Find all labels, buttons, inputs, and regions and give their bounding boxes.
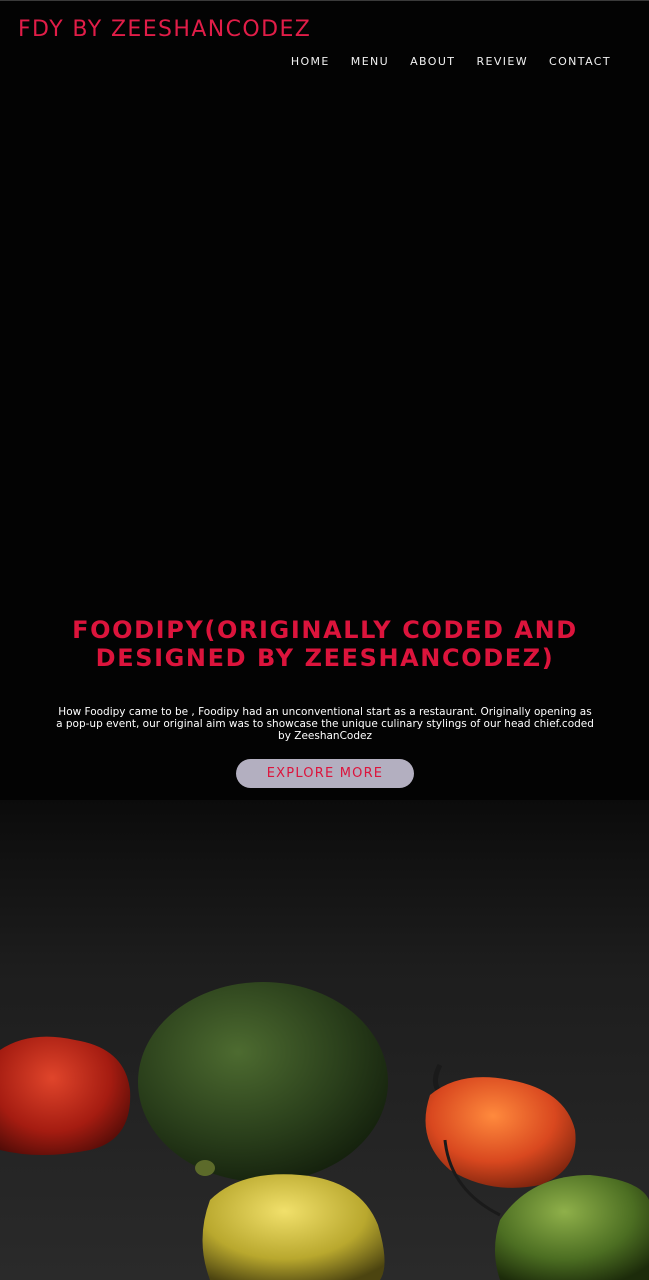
hero-description: How Foodipy came to be , Foodipy had an … (56, 705, 594, 742)
nav-item-contact[interactable]: CONTACT (549, 55, 611, 68)
nav-item-menu[interactable]: MENU (351, 55, 389, 68)
hero-title: FOODIPY(ORIGINALLY CODED AND DESIGNED BY… (72, 616, 578, 673)
top-border (0, 0, 649, 1)
brand-logo[interactable]: FDY BY ZEESHANCODEZ (18, 17, 311, 42)
nav-item-about[interactable]: ABOUT (410, 55, 455, 68)
nav-item-home[interactable]: HOME (291, 55, 330, 68)
hero-section: FDY BY ZEESHANCODEZ HOME MENU ABOUT REVI… (0, 0, 649, 1280)
explore-more-button[interactable]: EXPLORE MORE (236, 759, 414, 788)
nav-item-review[interactable]: REVIEW (476, 55, 528, 68)
main-nav: HOME MENU ABOUT REVIEW CONTACT (291, 55, 611, 68)
